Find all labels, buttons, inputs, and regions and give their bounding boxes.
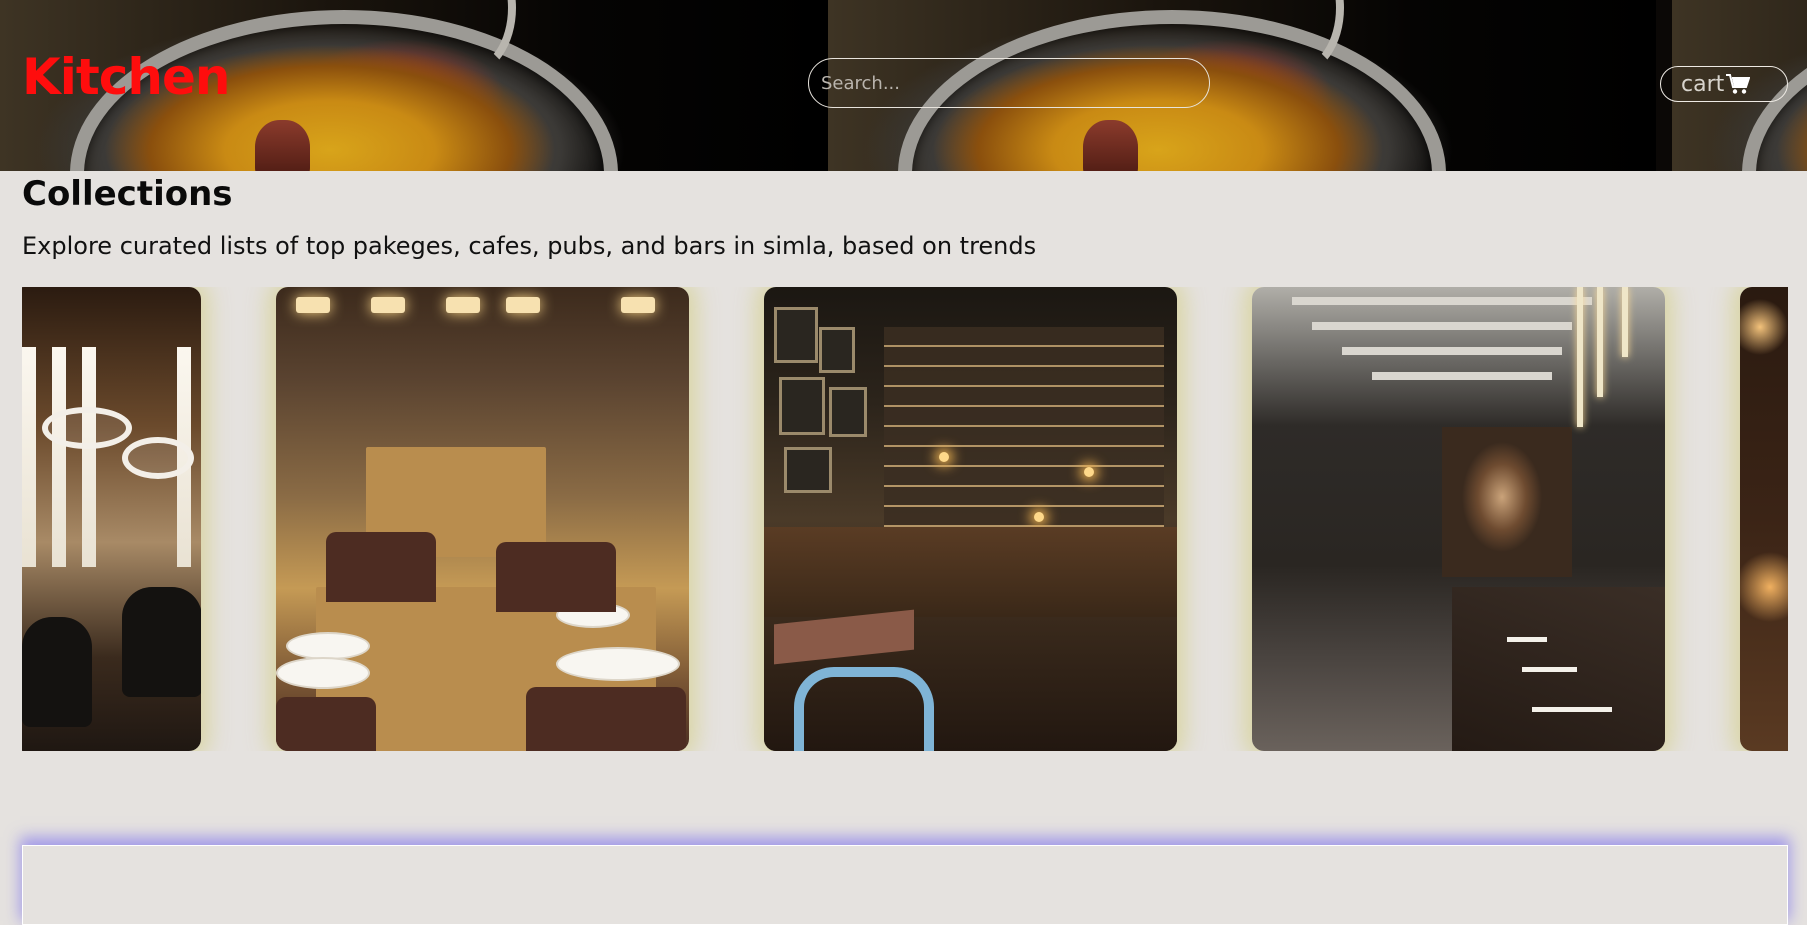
brand-logo[interactable]: Kitchen xyxy=(22,52,231,102)
shopping-cart-icon xyxy=(1726,74,1751,94)
collection-card[interactable] xyxy=(1252,287,1665,751)
collections-heading: Collections xyxy=(22,174,233,214)
cart-label: cart xyxy=(1681,71,1725,97)
restaurant-photo xyxy=(22,287,201,751)
restaurant-photo xyxy=(764,287,1177,751)
restaurant-photo xyxy=(1740,287,1788,751)
cart-button[interactable]: cart xyxy=(1660,66,1788,102)
restaurant-photo xyxy=(276,287,689,751)
collection-card[interactable] xyxy=(1740,287,1788,751)
collections-carousel[interactable] xyxy=(22,287,1788,751)
search-input[interactable] xyxy=(808,58,1210,108)
collection-card[interactable] xyxy=(764,287,1177,751)
collection-card[interactable] xyxy=(22,287,201,751)
header-banner: Kitchen cart xyxy=(0,0,1807,171)
collection-card[interactable] xyxy=(276,287,689,751)
restaurant-photo xyxy=(1252,287,1665,751)
content-panel xyxy=(22,845,1788,925)
collections-description: Explore curated lists of top pakeges, ca… xyxy=(22,232,1037,260)
